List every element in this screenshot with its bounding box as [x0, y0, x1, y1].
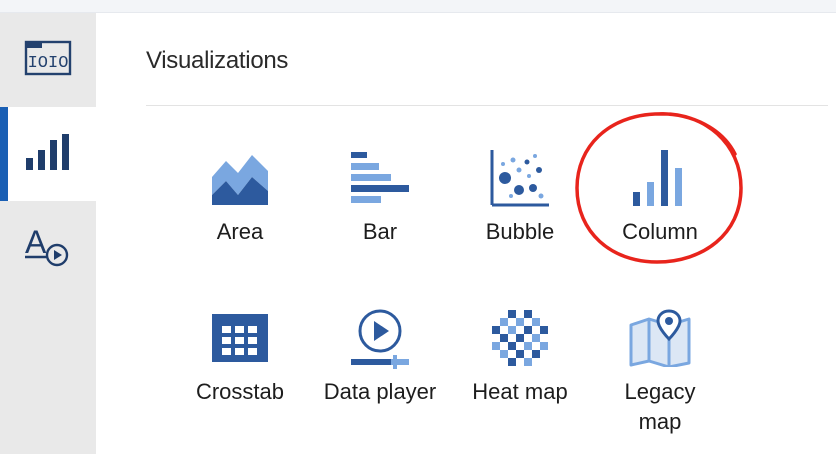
svg-text:IOIO: IOIO — [28, 54, 69, 73]
tile-bubble[interactable]: Bubble — [450, 145, 590, 247]
tile-column[interactable]: Column — [590, 145, 730, 247]
svg-text:A: A — [25, 224, 47, 260]
tile-label: Data player — [323, 379, 437, 404]
tile-label: Legacy map — [624, 379, 696, 434]
visualizations-icon — [22, 132, 74, 177]
area-chart-icon — [170, 145, 310, 211]
panel-title: Visualizations — [146, 47, 289, 74]
tile-heat-map[interactable]: Heat map — [450, 305, 590, 407]
tile-area[interactable]: Area — [170, 145, 310, 247]
sidebar: IOIO A — [0, 13, 96, 454]
visualizations-panel: Visualizations Area Bar Bubble Column Cr… — [96, 13, 836, 454]
tile-data-player[interactable]: Data player — [310, 305, 450, 407]
sidebar-item-visualizations[interactable] — [0, 107, 96, 201]
tile-label: Bar — [362, 219, 398, 244]
tile-label: Heat map — [472, 379, 568, 404]
tile-label: Crosstab — [195, 379, 285, 404]
legacy-map-icon — [590, 305, 730, 371]
sidebar-item-format[interactable]: A — [0, 201, 96, 295]
format-animation-icon: A — [23, 223, 73, 274]
column-chart-icon — [590, 145, 730, 211]
bubble-chart-icon — [450, 145, 590, 211]
heat-map-icon — [450, 305, 590, 371]
crosstab-icon — [170, 305, 310, 371]
title-divider — [146, 105, 828, 106]
tile-label: Column — [622, 219, 698, 244]
tile-legacy-map[interactable]: Legacy map — [590, 305, 730, 437]
data-source-icon: IOIO — [24, 40, 72, 81]
bar-chart-icon — [310, 145, 450, 211]
sidebar-item-data[interactable]: IOIO — [0, 13, 96, 107]
top-bar — [0, 0, 836, 13]
tile-crosstab[interactable]: Crosstab — [170, 305, 310, 407]
tile-bar[interactable]: Bar — [310, 145, 450, 247]
tile-label: Bubble — [485, 219, 555, 244]
tile-label: Area — [216, 219, 264, 244]
data-player-icon — [310, 305, 450, 371]
